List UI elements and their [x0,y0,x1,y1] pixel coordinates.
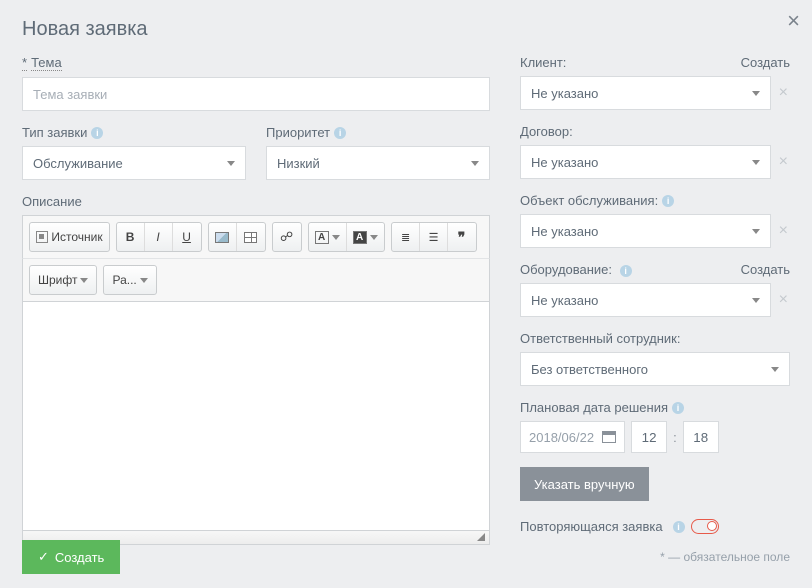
size-label: Ра... [112,273,136,287]
bg-color-button[interactable]: A [347,223,384,251]
equipment-select[interactable]: Не указано [520,283,771,317]
text-color-icon: A [315,231,329,244]
submit-label: Создать [55,550,104,565]
calendar-icon [602,431,616,443]
chevron-down-icon [227,161,235,166]
responsible-value: Без ответственного [531,362,648,377]
description-label: Описание [22,194,490,209]
info-icon[interactable]: i [91,127,103,139]
equipment-label-text: Оборудование: [520,262,612,277]
priority-select[interactable]: Низкий [266,146,490,180]
chevron-down-icon [80,278,88,283]
check-icon: ✓ [38,549,49,565]
contract-value: Не указано [531,155,598,170]
chevron-down-icon [370,235,378,240]
chevron-down-icon [752,298,760,303]
description-editor[interactable] [22,301,490,531]
client-value: Не указано [531,86,598,101]
bg-color-icon: A [353,231,367,244]
image-button[interactable] [209,223,237,251]
type-value: Обслуживание [33,156,123,171]
object-label: Объект обслуживания: i [520,193,790,208]
clear-equipment-icon[interactable]: × [777,291,790,309]
recurring-toggle[interactable] [691,519,719,534]
chevron-down-icon [140,278,148,283]
chevron-down-icon [752,160,760,165]
chevron-down-icon [752,91,760,96]
create-equipment-link[interactable]: Создать [741,262,790,277]
source-button[interactable]: Источник [30,223,109,251]
bullet-list-button[interactable]: ☰ [420,223,448,251]
numbered-list-button[interactable]: ≣ [392,223,420,251]
type-label: Тип заявки i [22,125,246,140]
italic-button[interactable]: I [145,223,173,251]
manual-button[interactable]: Указать вручную [520,467,649,501]
clear-contract-icon[interactable]: × [777,153,790,171]
object-label-text: Объект обслуживания: [520,193,658,208]
contract-label: Договор: [520,124,790,139]
clear-client-icon[interactable]: × [777,84,790,102]
image-icon [215,232,229,243]
editor-toolbar: Источник B I U ☍ A A [22,215,490,258]
date-input[interactable]: 2018/06/22 [520,421,625,453]
quote-button[interactable]: ❞ [448,223,476,251]
type-label-text: Тип заявки [22,125,87,140]
size-select[interactable]: Ра... [104,266,155,294]
priority-label: Приоритет i [266,125,490,140]
source-label: Источник [51,230,102,244]
page-title: Новая заявка [22,18,790,41]
subject-label-text: Тема [31,55,62,71]
priority-label-text: Приоритет [266,125,330,140]
chevron-down-icon [332,235,340,240]
required-asterisk: * [22,55,27,71]
date-value: 2018/06/22 [529,430,594,445]
chevron-down-icon [752,229,760,234]
subject-input[interactable] [22,77,490,111]
info-icon[interactable]: i [620,265,632,277]
planned-label-text: Плановая дата решения [520,400,668,415]
equipment-value: Не указано [531,293,598,308]
editor-toolbar-row2: Шрифт Ра... [22,258,490,301]
font-label: Шрифт [38,273,77,287]
minute-input[interactable] [683,421,719,453]
table-icon [244,232,257,243]
responsible-label: Ответственный сотрудник: [520,331,790,346]
text-color-button[interactable]: A [309,223,347,251]
source-icon [36,231,48,243]
underline-button[interactable]: U [173,223,201,251]
subject-label: * Тема [22,55,490,71]
close-icon[interactable]: × [787,8,800,34]
chevron-down-icon [471,161,479,166]
responsible-select[interactable]: Без ответственного [520,352,790,386]
planned-label: Плановая дата решения i [520,400,790,415]
create-client-link[interactable]: Создать [741,55,790,70]
client-select[interactable]: Не указано [520,76,771,110]
object-select[interactable]: Не указано [520,214,771,248]
link-button[interactable]: ☍ [273,223,301,251]
equipment-label: Оборудование: i [520,262,632,277]
clear-object-icon[interactable]: × [777,222,790,240]
info-icon[interactable]: i [662,195,674,207]
recurring-label: Повторяющаяся заявка [520,519,663,534]
info-icon[interactable]: i [672,402,684,414]
chevron-down-icon [771,367,779,372]
bold-button[interactable]: B [117,223,145,251]
priority-value: Низкий [277,156,320,171]
submit-button[interactable]: ✓ Создать [22,540,120,574]
time-colon: : [673,430,677,445]
hour-input[interactable] [631,421,667,453]
object-value: Не указано [531,224,598,239]
info-icon[interactable]: i [673,521,685,533]
required-note: * — обязательное поле [660,550,790,564]
type-select[interactable]: Обслуживание [22,146,246,180]
info-icon[interactable]: i [334,127,346,139]
table-button[interactable] [237,223,265,251]
contract-select[interactable]: Не указано [520,145,771,179]
font-select[interactable]: Шрифт [30,266,96,294]
client-label: Клиент: [520,55,566,70]
